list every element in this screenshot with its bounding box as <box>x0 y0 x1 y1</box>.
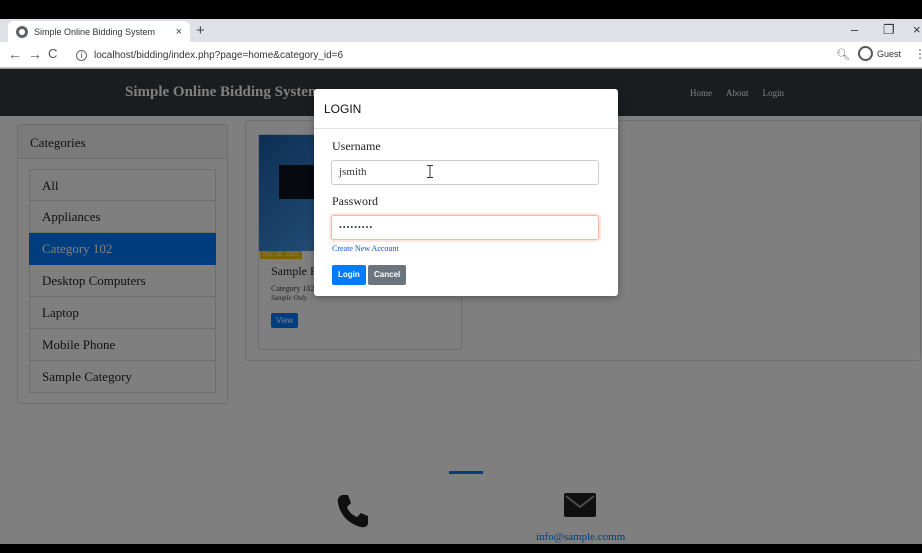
globe-icon <box>16 25 28 38</box>
tab-close-icon[interactable]: × <box>176 26 182 38</box>
create-account-link[interactable]: Create New Account <box>332 244 399 253</box>
cancel-button[interactable]: Cancel <box>368 265 407 285</box>
address-bar[interactable]: i localhost/bidding/index.php?page=home&… <box>76 46 836 64</box>
url-text: localhost/bidding/index.php?page=home&ca… <box>94 49 344 61</box>
bottom-black-bar <box>0 544 922 553</box>
password-label: Password <box>332 194 379 208</box>
avatar-icon <box>858 46 873 61</box>
profile-button[interactable]: Guest <box>858 46 901 61</box>
screen: Simple Online Bidding System × + – ❐ × ←… <box>0 0 922 553</box>
reload-icon[interactable]: C <box>48 46 57 61</box>
browser-tab[interactable]: Simple Online Bidding System × <box>8 21 190 42</box>
profile-label: Guest <box>877 48 902 59</box>
new-tab-icon[interactable]: + <box>196 22 205 39</box>
browser-tab-strip: Simple Online Bidding System × + – ❐ × <box>0 19 922 42</box>
text-cursor-icon <box>427 165 433 178</box>
info-icon[interactable]: i <box>76 49 87 61</box>
window-close-icon[interactable]: × <box>913 22 921 37</box>
login-modal: LOGIN Username jsmith Password •••••••••… <box>314 89 618 296</box>
browser-toolbar: ← → C i localhost/bidding/index.php?page… <box>0 42 922 68</box>
forward-icon[interactable]: → <box>28 46 42 62</box>
top-black-bar <box>0 0 922 19</box>
menu-icon[interactable]: ⋮ <box>914 47 922 61</box>
restore-icon[interactable]: ❐ <box>883 22 895 38</box>
username-label: Username <box>332 139 381 153</box>
login-button[interactable]: Login <box>332 265 366 285</box>
search-icon[interactable]: 🔍︎ <box>836 48 850 61</box>
minimize-icon[interactable]: – <box>851 22 858 37</box>
modal-title: LOGIN <box>314 89 618 129</box>
password-input[interactable]: ••••••••• <box>331 215 599 240</box>
tab-title: Simple Online Bidding System <box>34 26 156 37</box>
username-input[interactable]: jsmith <box>331 160 599 185</box>
back-icon[interactable]: ← <box>8 46 22 62</box>
